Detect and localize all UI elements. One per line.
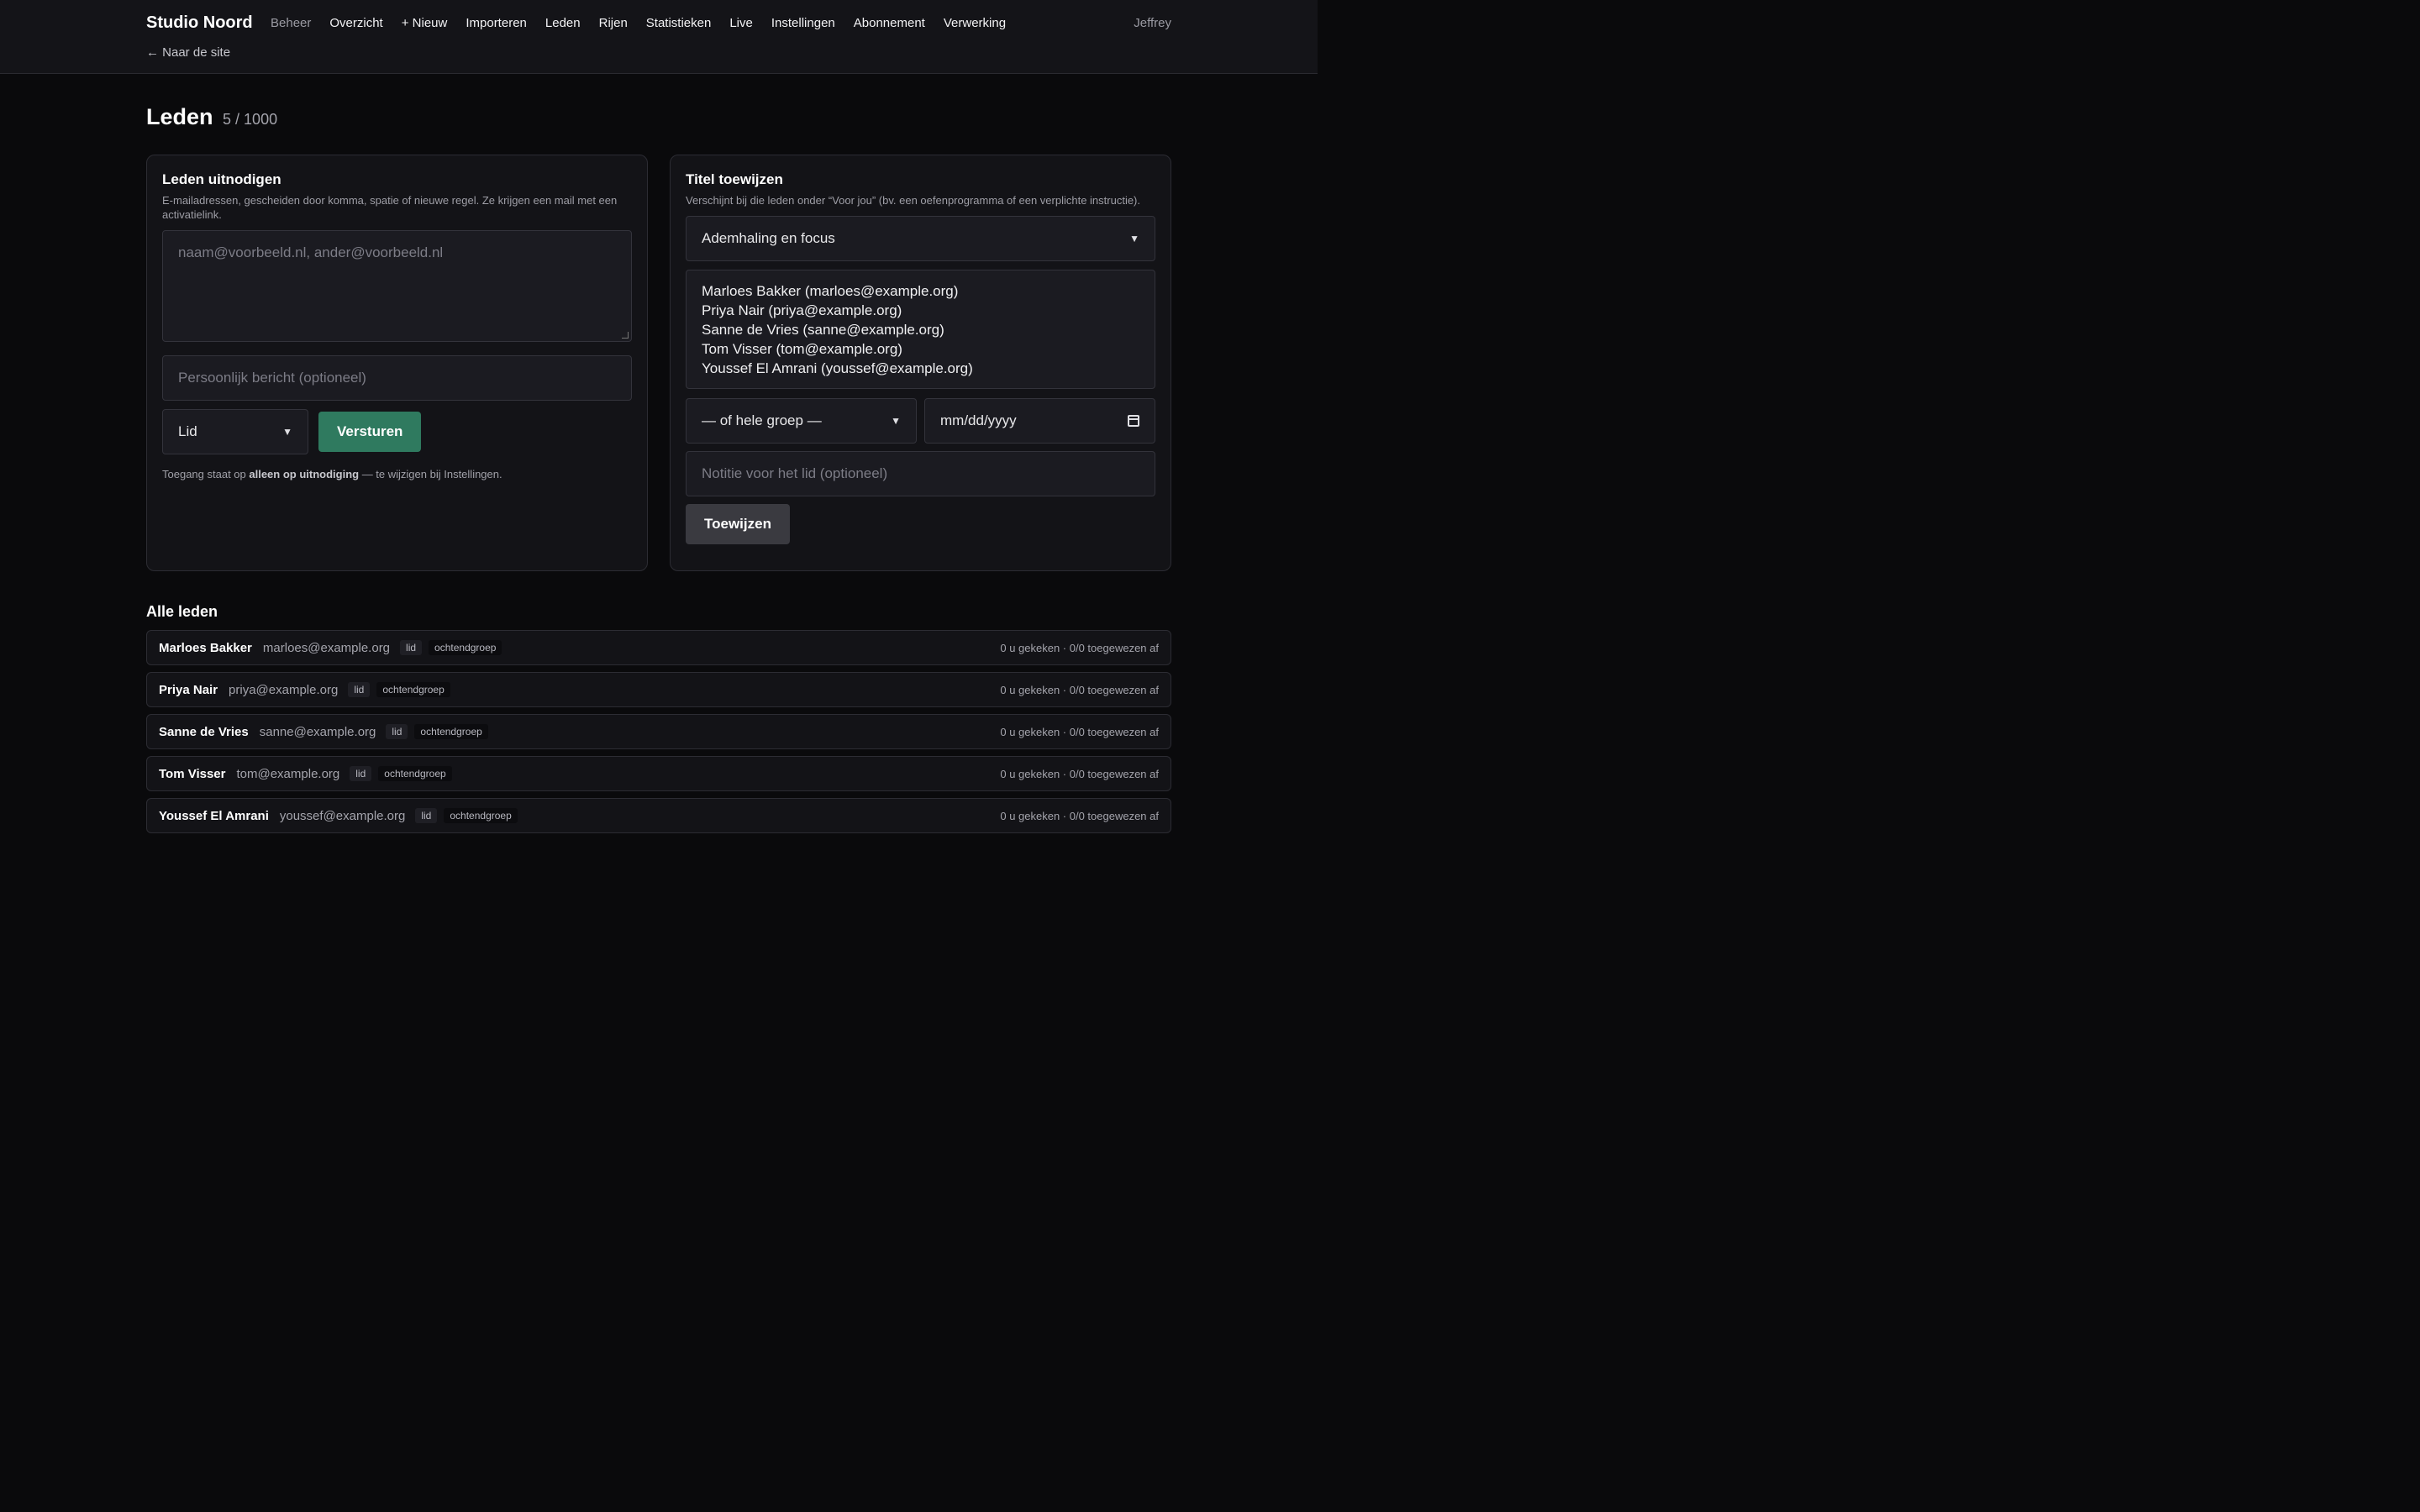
nav-nieuw[interactable]: + Nieuw [402,16,448,30]
table-row[interactable]: Priya Nair priya@example.org lid ochtend… [146,672,1171,707]
send-invite-button[interactable]: Versturen [318,412,422,452]
personal-message-input[interactable]: Persoonlijk bericht (optioneel) [162,355,632,401]
group-badge: ochtendgroep [376,682,450,697]
member-stats: 0 u gekeken · 0/0 toegewezen af [1000,809,1159,822]
nav-statistieken[interactable]: Statistieken [646,16,712,30]
group-badge: ochtendgroep [378,766,452,781]
access-hint-prefix: Toegang staat op [162,468,250,480]
assign-title: Titel toewijzen [686,171,783,187]
role-badge: lid [400,640,423,655]
chevron-down-icon: ▼ [282,426,292,438]
nav-rijen[interactable]: Rijen [599,16,628,30]
member-option[interactable]: Sanne de Vries (sanne@example.org) [702,320,944,339]
members-multiselect[interactable]: Marloes Bakker (marloes@example.org) Pri… [686,270,1155,389]
member-option[interactable]: Priya Nair (priya@example.org) [702,301,902,320]
member-option[interactable]: Youssef El Amrani (youssef@example.org) [702,359,973,378]
title-select-value: Ademhaling en focus [702,230,835,246]
invite-emails-placeholder: naam@voorbeeld.nl, ander@voorbeeld.nl [178,244,444,260]
table-row[interactable]: Marloes Bakker marloes@example.org lid o… [146,630,1171,665]
member-count: 5 / 1000 [223,111,278,128]
role-select-value: Lid [178,423,197,439]
due-date-placeholder: mm/dd/yyyy [940,412,1017,428]
table-row[interactable]: Tom Visser tom@example.org lid ochtendgr… [146,756,1171,791]
due-date-input[interactable]: mm/dd/yyyy [924,398,1155,444]
nav-live[interactable]: Live [729,16,753,30]
group-badge: ochtendgroep [444,808,518,823]
role-badge: lid [350,766,372,781]
group-badge: ochtendgroep [429,640,502,655]
member-name: Priya Nair [159,682,218,697]
brand-logo[interactable]: Studio Noord [146,13,253,33]
table-row[interactable]: Youssef El Amrani youssef@example.org li… [146,798,1171,833]
nav-beheer: Beheer [271,16,312,30]
member-option[interactable]: Marloes Bakker (marloes@example.org) [702,281,958,301]
member-email: tom@example.org [236,766,340,781]
members-table: Marloes Bakker marloes@example.org lid o… [146,630,1171,840]
role-badge: lid [386,724,408,739]
member-note-input[interactable]: Notitie voor het lid (optioneel) [686,451,1155,496]
invite-title: Leden uitnodigen [162,171,281,187]
invite-card: Leden uitnodigen E-mailadressen, geschei… [146,155,648,571]
member-name: Tom Visser [159,766,226,781]
member-email: priya@example.org [229,682,339,697]
role-select[interactable]: Lid ▼ [162,409,308,454]
member-email: marloes@example.org [262,640,391,655]
all-members-title: Alle leden [146,603,218,620]
member-option[interactable]: Tom Visser (tom@example.org) [702,339,902,359]
nav-abonnement[interactable]: Abonnement [854,16,925,30]
member-name: Marloes Bakker [159,640,252,655]
access-hint-suffix: — te wijzigen bij Instellingen. [359,468,502,480]
member-stats: 0 u gekeken · 0/0 toegewezen af [1000,641,1159,654]
nav-overzicht[interactable]: Overzicht [329,16,382,30]
title-select[interactable]: Ademhaling en focus ▼ [686,216,1155,261]
chevron-down-icon: ▼ [891,415,901,427]
main-nav: Beheer Overzicht + Nieuw Importeren Lede… [271,16,1006,30]
invite-description: E-mailadressen, gescheiden door komma, s… [162,194,618,221]
member-name: Sanne de Vries [159,724,249,739]
role-badge: lid [348,682,371,697]
back-to-site-link[interactable]: ← Naar de site [146,45,230,60]
access-hint: Toegang staat op alleen op uitnodiging —… [162,468,632,480]
invite-emails-textarea[interactable]: naam@voorbeeld.nl, ander@voorbeeld.nl [162,230,632,342]
chevron-down-icon: ▼ [1129,233,1139,244]
assign-button[interactable]: Toewijzen [686,504,790,544]
nav-verwerking[interactable]: Verwerking [944,16,1006,30]
nav-leden[interactable]: Leden [545,16,581,30]
group-select[interactable]: — of hele groep — ▼ [686,398,917,444]
role-badge: lid [415,808,438,823]
member-email: sanne@example.org [259,724,376,739]
access-hint-mode: alleen op uitnodiging [249,468,360,480]
user-menu[interactable]: Jeffrey [1134,16,1171,30]
member-email: youssef@example.org [279,808,406,823]
member-name: Youssef El Amrani [159,808,269,823]
top-bar: Studio Noord Beheer Overzicht + Nieuw Im… [0,0,1318,74]
member-stats: 0 u gekeken · 0/0 toegewezen af [1000,767,1159,780]
calendar-icon[interactable] [1128,415,1139,427]
assign-card: Titel toewijzen Verschijnt bij die leden… [670,155,1171,571]
nav-importeren[interactable]: Importeren [466,16,527,30]
nav-instellingen[interactable]: Instellingen [771,16,835,30]
resize-handle-icon[interactable] [622,332,629,339]
assign-description: Verschijnt bij die leden onder “Voor jou… [686,194,1140,207]
group-badge: ochtendgroep [414,724,488,739]
table-row[interactable]: Sanne de Vries sanne@example.org lid och… [146,714,1171,749]
member-stats: 0 u gekeken · 0/0 toegewezen af [1000,683,1159,696]
personal-message-placeholder: Persoonlijk bericht (optioneel) [178,370,366,386]
group-select-value: — of hele groep — [702,412,822,428]
member-note-placeholder: Notitie voor het lid (optioneel) [702,465,888,481]
page-title-text: Leden [146,104,213,129]
member-stats: 0 u gekeken · 0/0 toegewezen af [1000,725,1159,738]
page-title: Leden 5 / 1000 [146,104,277,130]
